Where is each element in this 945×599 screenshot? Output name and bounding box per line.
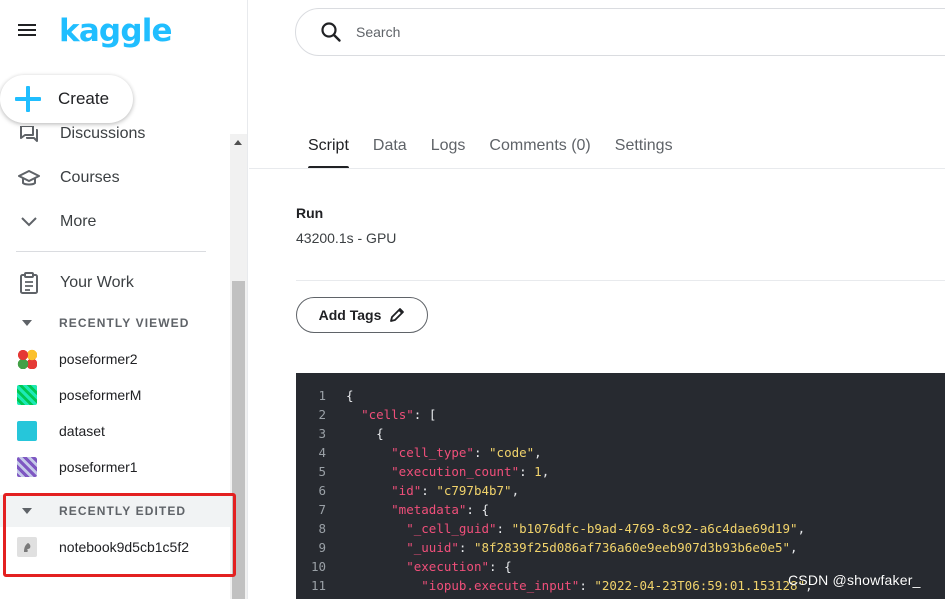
code-line: 6 "id": "c797b4b7", <box>296 481 945 500</box>
recent-item-notebook[interactable]: notebook9d5cb1c5f2 <box>0 529 230 565</box>
line-number: 11 <box>310 578 326 593</box>
dataset-thumbnail <box>17 385 37 405</box>
recent-item-poseformerM[interactable]: poseformerM <box>0 377 230 413</box>
notebook-tabs: Script Data Logs Comments (0) Settings <box>296 123 685 169</box>
code-text: "iopub.execute_input": "2022-04-23T06:59… <box>421 578 813 593</box>
discussions-icon <box>17 126 41 146</box>
line-number: 3 <box>318 426 326 441</box>
create-button-label: Create <box>58 89 110 108</box>
sidebar-item-label: More <box>60 213 97 230</box>
code-text: "cell_type": "code", <box>391 445 542 460</box>
sidebar-item-courses[interactable]: Courses <box>0 158 230 198</box>
code-line: 3 { <box>296 424 945 443</box>
code-line: 2 "cells": [ <box>296 405 945 424</box>
line-number: 7 <box>318 502 326 517</box>
sidebar-item-label: Courses <box>60 169 120 186</box>
recently-edited-header[interactable]: RECENTLY EDITED <box>0 495 230 527</box>
line-number: 4 <box>318 445 326 460</box>
tab-settings[interactable]: Settings <box>603 123 685 169</box>
recent-item-poseformer2[interactable]: poseformer2 <box>0 341 230 377</box>
scrollbar-thumb[interactable] <box>232 281 245 599</box>
code-line: 1{ <box>296 386 945 405</box>
scroll-up-arrow-icon[interactable] <box>234 140 242 145</box>
chevron-down-icon <box>17 210 41 234</box>
dataset-thumbnail <box>17 349 37 369</box>
line-number: 5 <box>318 464 326 479</box>
recent-item-label: poseformerM <box>59 387 142 403</box>
code-line: 10 "execution": { <box>296 557 945 576</box>
recently-viewed-header[interactable]: RECENTLY VIEWED <box>0 307 230 339</box>
code-text: "execution": { <box>406 559 512 574</box>
code-text: "id": "c797b4b7", <box>391 483 520 498</box>
code-line: 4 "cell_type": "code", <box>296 443 945 462</box>
recent-item-label: dataset <box>59 423 105 439</box>
menu-icon[interactable] <box>16 22 38 42</box>
caret-down-icon <box>22 508 32 514</box>
recent-item-label: poseformer2 <box>59 351 138 367</box>
run-duration: 43200.1s - GPU <box>296 230 397 246</box>
sidebar-item-your-work[interactable]: Your Work <box>0 263 230 303</box>
sidebar-item-discussions[interactable]: Discussions <box>0 126 230 154</box>
section-label: RECENTLY EDITED <box>59 504 187 518</box>
dataset-thumbnail <box>17 421 37 441</box>
line-number: 10 <box>310 559 326 574</box>
line-number: 9 <box>318 540 326 555</box>
add-tags-button[interactable]: Add Tags <box>296 297 428 333</box>
kaggle-logo[interactable]: kaggle <box>59 13 173 49</box>
dataset-thumbnail <box>17 457 37 477</box>
search-icon <box>320 21 342 43</box>
tab-comments[interactable]: Comments (0) <box>477 123 602 169</box>
code-line: 11 "iopub.execute_input": "2022-04-23T06… <box>296 576 945 595</box>
recent-item-label: notebook9d5cb1c5f2 <box>59 539 189 555</box>
tab-script[interactable]: Script <box>296 123 361 169</box>
section-divider <box>296 280 945 281</box>
code-line: 8 "_cell_guid": "b1076dfc-b9ad-4769-8c92… <box>296 519 945 538</box>
line-number: 8 <box>318 521 326 536</box>
run-label: Run <box>296 205 324 221</box>
notebook-avatar-icon <box>17 537 37 557</box>
search-input[interactable] <box>356 24 856 40</box>
caret-down-icon <box>22 320 32 326</box>
code-text: { <box>376 426 384 441</box>
tab-logs[interactable]: Logs <box>419 123 478 169</box>
line-number: 2 <box>318 407 326 422</box>
sidebar-nav: Discussions Courses More Your Work RECEN… <box>0 126 230 599</box>
create-button[interactable]: Create <box>0 75 133 123</box>
search-bar[interactable] <box>295 8 945 56</box>
add-tags-label: Add Tags <box>318 307 382 323</box>
code-line: 5 "execution_count": 1, <box>296 462 945 481</box>
code-text: "execution_count": 1, <box>391 464 550 479</box>
sidebar-item-more[interactable]: More <box>0 202 230 242</box>
sidebar-scrollbar[interactable] <box>230 134 247 599</box>
plus-icon <box>15 86 41 112</box>
line-number: 6 <box>318 483 326 498</box>
recent-item-poseformer1[interactable]: poseformer1 <box>0 449 230 485</box>
code-text: "_cell_guid": "b1076dfc-b9ad-4769-8c92-a… <box>406 521 806 536</box>
code-line: 9 "_uuid": "8f2839f25d086af736a60e9eeb90… <box>296 538 945 557</box>
code-text: { <box>346 388 354 403</box>
section-label: RECENTLY VIEWED <box>59 316 190 330</box>
clipboard-icon <box>17 271 41 295</box>
sidebar-divider <box>16 251 206 252</box>
recent-item-label: poseformer1 <box>59 459 138 475</box>
pencil-icon <box>389 307 405 323</box>
code-text: "metadata": { <box>391 502 490 517</box>
code-viewer[interactable]: 1{2 "cells": [3 {4 "cell_type": "code", 5… <box>296 373 945 599</box>
code-line: 7 "metadata": { <box>296 500 945 519</box>
code-text: "cells": [ <box>361 407 437 422</box>
sidebar: kaggle Discussions Courses More Your Wor <box>0 0 248 599</box>
sidebar-item-label: Your Work <box>60 274 134 291</box>
line-number: 1 <box>318 388 326 403</box>
courses-icon <box>17 166 41 190</box>
tabs-divider <box>249 168 945 169</box>
code-text: "_uuid": "8f2839f25d086af736a60e9eeb907d… <box>406 540 798 555</box>
sidebar-item-label: Discussions <box>60 126 146 142</box>
recent-item-dataset[interactable]: dataset <box>0 413 230 449</box>
tab-data[interactable]: Data <box>361 123 419 169</box>
